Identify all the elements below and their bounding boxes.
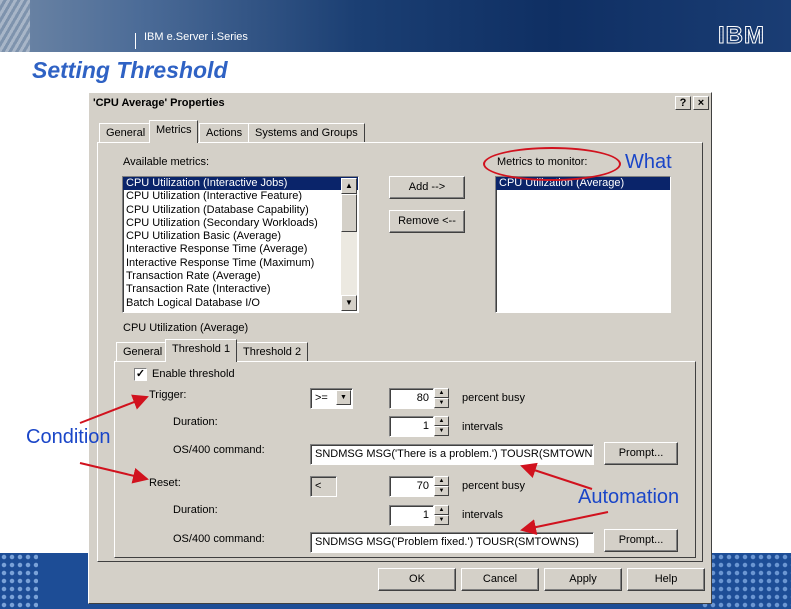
reset-prompt-button[interactable]: Prompt... (604, 529, 678, 552)
remove-button[interactable]: Remove <-- (389, 210, 465, 233)
available-metrics-scrollbar[interactable]: ▲ ▼ (341, 178, 357, 311)
ok-button[interactable]: OK (378, 568, 456, 591)
properties-dialog: 'CPU Average' Properties ? × General Met… (88, 92, 712, 604)
reset-operator-field: < (310, 476, 337, 497)
enable-threshold-checkbox[interactable]: ✓ (134, 368, 147, 381)
trigger-operator-select[interactable]: >= ▼ (310, 388, 353, 409)
enable-threshold-label: Enable threshold (152, 368, 235, 380)
footer-dots-left (0, 553, 38, 609)
trigger-duration-stepper[interactable]: ▲ ▼ (434, 416, 449, 437)
trigger-command-label: OS/400 command: (173, 444, 265, 456)
reset-value-stepper[interactable]: ▲ ▼ (434, 476, 449, 497)
trigger-value-input[interactable]: 80 (389, 388, 434, 409)
list-item[interactable]: Transaction Rate (Interactive) (123, 283, 358, 296)
reset-duration-input[interactable]: 1 (389, 505, 434, 526)
reset-command-input[interactable]: SNDMSG MSG('Problem fixed.') TOUSR(SMTOW… (310, 532, 594, 553)
scroll-thumb[interactable] (341, 194, 357, 232)
trigger-label: Trigger: (149, 389, 187, 401)
tab-metrics[interactable]: Metrics (149, 120, 199, 143)
list-item[interactable]: CPU Utilization (Interactive Feature) (123, 190, 358, 203)
reset-unit: percent busy (462, 480, 525, 492)
help-title-button[interactable]: ? (675, 96, 691, 110)
reset-duration-unit: intervals (462, 509, 503, 521)
footer-dots-right (701, 553, 791, 609)
trigger-prompt-button[interactable]: Prompt... (604, 442, 678, 465)
list-item[interactable]: CPU Utilization (Secondary Workloads) (123, 217, 358, 230)
spin-up-icon[interactable]: ▲ (434, 416, 449, 426)
apply-button[interactable]: Apply (544, 568, 622, 591)
trigger-duration-unit: intervals (462, 421, 503, 433)
slide-title: Setting Threshold (32, 57, 228, 83)
spin-down-icon[interactable]: ▼ (434, 486, 449, 496)
list-item[interactable]: CPU Utilization (Database Capability) (123, 204, 358, 217)
available-metrics-list[interactable]: CPU Utilization (Interactive Jobs) CPU U… (122, 176, 359, 313)
trigger-command-input[interactable]: SNDMSG MSG('There is a problem.') TOUSR(… (310, 444, 594, 465)
header-banner: IBM e.Server i.Series IBM (0, 0, 791, 52)
title-bar: 'CPU Average' Properties ? × (91, 95, 709, 113)
brand-label: IBM e.Server i.Series (144, 31, 248, 43)
available-metrics-label: Available metrics: (123, 156, 209, 168)
tab-systems-and-groups[interactable]: Systems and Groups (248, 123, 365, 143)
list-item[interactable]: Interactive Response Time (Average) (123, 243, 358, 256)
spin-up-icon[interactable]: ▲ (434, 505, 449, 515)
trigger-value-stepper[interactable]: ▲ ▼ (434, 388, 449, 409)
list-item[interactable]: Transaction Rate (Average) (123, 270, 358, 283)
selected-metric-label: CPU Utilization (Average) (123, 322, 249, 334)
subtab-threshold-1[interactable]: Threshold 1 (165, 339, 238, 362)
scroll-down-icon[interactable]: ▼ (341, 295, 357, 311)
scroll-up-icon[interactable]: ▲ (341, 178, 357, 194)
reset-duration-label: Duration: (173, 504, 218, 516)
automation-callout: Automation (578, 486, 680, 508)
banner-photo (0, 0, 30, 52)
what-highlight-ellipse (483, 147, 621, 181)
reset-label: Reset: (149, 477, 181, 489)
list-item[interactable]: Batch Logical Database I/O (123, 297, 358, 310)
metrics-to-monitor-list[interactable]: CPU Utilization (Average) (495, 176, 671, 313)
reset-value-input[interactable]: 70 (389, 476, 434, 497)
ibm-logo: IBM (718, 22, 765, 50)
add-button[interactable]: Add --> (389, 176, 465, 199)
spin-up-icon[interactable]: ▲ (434, 476, 449, 486)
condition-callout: Condition (26, 426, 111, 448)
trigger-operator-value: >= (315, 392, 328, 404)
help-button[interactable]: Help (627, 568, 705, 591)
list-item[interactable]: CPU Utilization Basic (Average) (123, 230, 358, 243)
spin-down-icon[interactable]: ▼ (434, 426, 449, 436)
subtab-general[interactable]: General (116, 342, 170, 362)
tab-general[interactable]: General (99, 123, 153, 143)
spin-down-icon[interactable]: ▼ (434, 398, 449, 408)
chevron-down-icon[interactable]: ▼ (336, 390, 351, 405)
dialog-title: 'CPU Average' Properties (93, 97, 225, 109)
what-callout: What (625, 151, 672, 173)
subtab-threshold-2[interactable]: Threshold 2 (236, 342, 309, 362)
trigger-duration-input[interactable]: 1 (389, 416, 434, 437)
cancel-button[interactable]: Cancel (461, 568, 539, 591)
spin-down-icon[interactable]: ▼ (434, 515, 449, 525)
reset-command-label: OS/400 command: (173, 533, 265, 545)
brand-separator (135, 33, 136, 49)
close-button[interactable]: × (693, 96, 709, 110)
trigger-unit: percent busy (462, 392, 525, 404)
reset-duration-stepper[interactable]: ▲ ▼ (434, 505, 449, 526)
tab-actions[interactable]: Actions (199, 123, 250, 143)
threshold-panel: ✓ Enable threshold Trigger: >= ▼ 80 ▲ ▼ … (114, 361, 696, 558)
list-item[interactable]: Interactive Response Time (Maximum) (123, 257, 358, 270)
list-item[interactable]: CPU Utilization (Interactive Jobs) (123, 177, 358, 191)
spin-up-icon[interactable]: ▲ (434, 388, 449, 398)
trigger-duration-label: Duration: (173, 416, 218, 428)
